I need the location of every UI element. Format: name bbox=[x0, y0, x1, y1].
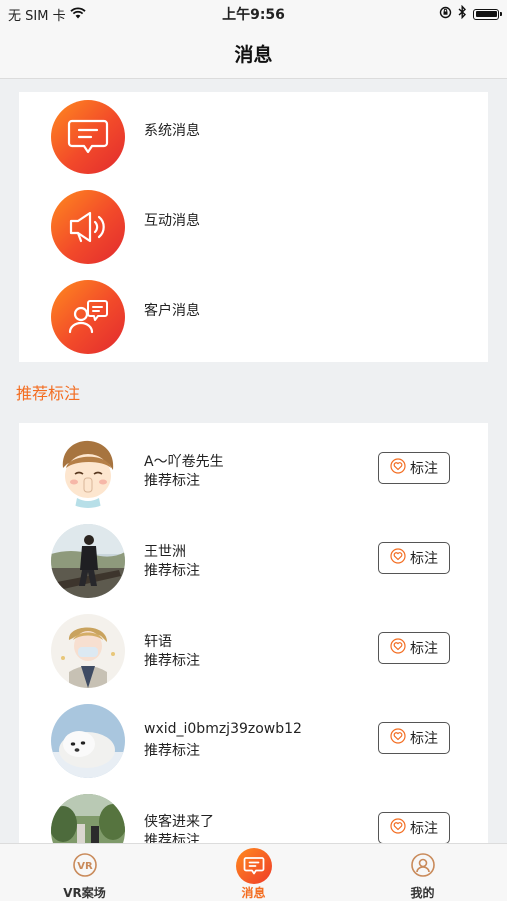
mark-button-label: 标注 bbox=[410, 461, 438, 477]
tab-label: 我的 bbox=[410, 886, 435, 900]
mark-button[interactable]: 标注 bbox=[378, 632, 450, 664]
avatar bbox=[51, 614, 125, 688]
avatar bbox=[51, 704, 125, 778]
status-bar: 无 SIM 卡 上午9:56 bbox=[0, 0, 507, 28]
recommend-item[interactable]: 侠客进来了 推荐标注 标注 bbox=[19, 783, 488, 843]
recommend-item-name: 轩语 bbox=[144, 634, 172, 650]
system-message-icon bbox=[51, 100, 125, 174]
status-time: 上午9:56 bbox=[222, 7, 285, 23]
heart-icon bbox=[390, 458, 406, 478]
recommend-item-name: 王世洲 bbox=[144, 544, 186, 560]
mark-button-label: 标注 bbox=[410, 821, 438, 837]
message-row-interaction[interactable]: 互动消息 bbox=[19, 182, 488, 272]
recommend-item-name: wxid_i0bmzj39zowb12 bbox=[144, 721, 302, 737]
message-row-label: 互动消息 bbox=[144, 213, 200, 229]
mark-button-label: 标注 bbox=[410, 551, 438, 567]
svg-text:VR: VR bbox=[77, 861, 93, 872]
profile-icon bbox=[410, 852, 436, 882]
battery-icon bbox=[473, 8, 502, 20]
message-row-system[interactable]: 系统消息 bbox=[19, 92, 488, 182]
heart-icon bbox=[390, 638, 406, 658]
recommend-item[interactable]: A～吖卷先生 推荐标注 标注 bbox=[19, 423, 488, 513]
orientation-lock-icon bbox=[439, 6, 452, 23]
mark-button-label: 标注 bbox=[410, 641, 438, 657]
tab-bar: VR VR案场 消息 我的 bbox=[0, 843, 507, 901]
message-row-customer[interactable]: 客户消息 bbox=[19, 272, 488, 362]
tab-messages[interactable]: 消息 bbox=[169, 844, 338, 901]
message-row-label: 客户消息 bbox=[144, 303, 200, 319]
heart-icon bbox=[390, 818, 406, 838]
tab-vr[interactable]: VR VR案场 bbox=[0, 844, 169, 901]
mark-button[interactable]: 标注 bbox=[378, 452, 450, 484]
page-title: 消息 bbox=[234, 43, 273, 66]
recommend-item[interactable]: 轩语 推荐标注 标注 bbox=[19, 603, 488, 693]
message-row-label: 系统消息 bbox=[144, 123, 200, 139]
message-icon bbox=[235, 848, 272, 884]
recommend-item-subtitle: 推荐标注 bbox=[144, 473, 200, 489]
megaphone-icon bbox=[51, 190, 125, 264]
tab-label: 消息 bbox=[241, 886, 266, 900]
bluetooth-icon bbox=[458, 4, 467, 23]
recommend-item-subtitle: 推荐标注 bbox=[144, 563, 200, 579]
vr-icon: VR bbox=[72, 852, 98, 882]
tab-label: VR案场 bbox=[63, 886, 106, 900]
status-right bbox=[439, 4, 502, 23]
recommend-item-subtitle: 推荐标注 bbox=[144, 833, 200, 843]
recommend-item[interactable]: 王世洲 推荐标注 标注 bbox=[19, 513, 488, 603]
recommend-item-subtitle: 推荐标注 bbox=[144, 743, 200, 759]
recommend-item-name: 侠客进来了 bbox=[144, 814, 214, 830]
recommend-item[interactable]: wxid_i0bmzj39zowb12 推荐标注 标注 bbox=[19, 693, 488, 783]
avatar bbox=[51, 794, 125, 843]
heart-icon bbox=[390, 548, 406, 568]
recommend-section-title: 推荐标注 bbox=[16, 384, 81, 403]
avatar bbox=[51, 434, 125, 508]
recommendations-card: A～吖卷先生 推荐标注 标注 王世洲 推荐标注 标注 轩语 推荐标注 标注 wx… bbox=[19, 423, 488, 843]
tab-profile[interactable]: 我的 bbox=[338, 844, 507, 901]
mark-button-label: 标注 bbox=[410, 731, 438, 747]
mark-button[interactable]: 标注 bbox=[378, 542, 450, 574]
mark-button[interactable]: 标注 bbox=[378, 722, 450, 754]
recommend-item-subtitle: 推荐标注 bbox=[144, 653, 200, 669]
heart-icon bbox=[390, 728, 406, 748]
recommend-item-name: A～吖卷先生 bbox=[144, 454, 224, 470]
nav-bar: 消息 bbox=[0, 28, 507, 79]
avatar bbox=[51, 524, 125, 598]
mark-button[interactable]: 标注 bbox=[378, 812, 450, 843]
customer-message-icon bbox=[51, 280, 125, 354]
message-categories-card: 系统消息 互动消息 客户消息 bbox=[19, 92, 488, 362]
